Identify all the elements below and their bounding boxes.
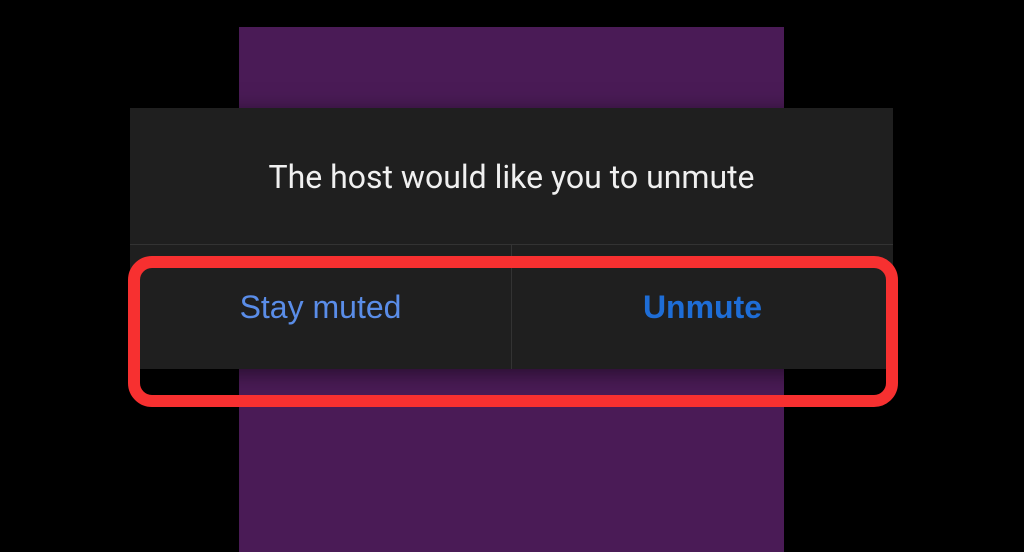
dialog-actions: Stay muted Unmute xyxy=(130,245,893,369)
stay-muted-button[interactable]: Stay muted xyxy=(130,245,511,369)
dialog-message: The host would like you to unmute xyxy=(130,108,893,244)
unmute-request-dialog: The host would like you to unmute Stay m… xyxy=(130,108,893,369)
unmute-button[interactable]: Unmute xyxy=(512,245,893,369)
